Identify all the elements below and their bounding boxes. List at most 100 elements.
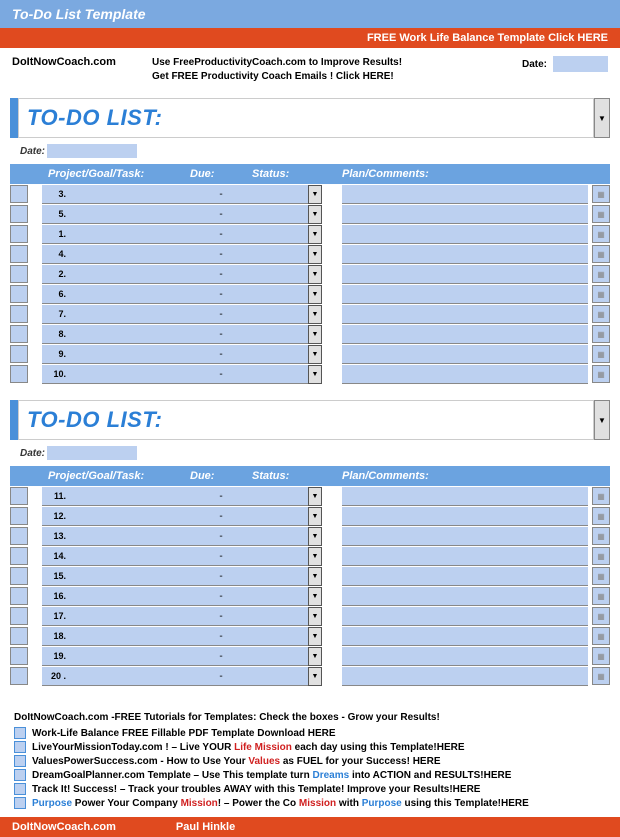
task-input[interactable] <box>68 225 190 244</box>
status-dropdown-button[interactable]: ▼ <box>308 365 322 384</box>
task-checkbox[interactable] <box>10 587 28 605</box>
task-input[interactable] <box>68 667 190 686</box>
todo-list-title[interactable]: TO-DO LIST: <box>18 98 594 138</box>
status-input[interactable] <box>252 225 308 244</box>
task-input[interactable] <box>68 365 190 384</box>
task-checkbox[interactable] <box>10 527 28 545</box>
plan-input[interactable] <box>342 647 588 666</box>
title-dropdown-button[interactable]: ▼ <box>594 98 610 138</box>
status-dropdown-button[interactable]: ▼ <box>308 607 322 626</box>
status-dropdown-button[interactable]: ▼ <box>308 245 322 264</box>
plan-input[interactable] <box>342 225 588 244</box>
row-action-icon[interactable]: ▦ <box>592 185 610 203</box>
tutorial-checkbox[interactable] <box>14 727 26 739</box>
task-checkbox[interactable] <box>10 185 28 203</box>
section-date-input[interactable] <box>47 144 137 158</box>
due-input[interactable]: - <box>190 365 252 384</box>
task-input[interactable] <box>68 507 190 526</box>
plan-input[interactable] <box>342 305 588 324</box>
task-input[interactable] <box>68 245 190 264</box>
tutorial-checkbox[interactable] <box>14 797 26 809</box>
row-action-icon[interactable]: ▦ <box>592 647 610 665</box>
task-input[interactable] <box>68 325 190 344</box>
task-checkbox[interactable] <box>10 487 28 505</box>
footer-site[interactable]: DoItNowCoach.com <box>12 821 116 833</box>
due-input[interactable]: - <box>190 547 252 566</box>
row-action-icon[interactable]: ▦ <box>592 667 610 685</box>
section-date-input[interactable] <box>47 446 137 460</box>
plan-input[interactable] <box>342 265 588 284</box>
status-input[interactable] <box>252 205 308 224</box>
tutorial-checkbox[interactable] <box>14 783 26 795</box>
tutorial-row[interactable]: Track It! Success! – Track your troubles… <box>14 783 606 795</box>
row-action-icon[interactable]: ▦ <box>592 587 610 605</box>
status-input[interactable] <box>252 305 308 324</box>
status-dropdown-button[interactable]: ▼ <box>308 225 322 244</box>
info-line2[interactable]: Get FREE Productivity Coach Emails ! Cli… <box>152 70 522 84</box>
task-input[interactable] <box>68 305 190 324</box>
status-dropdown-button[interactable]: ▼ <box>308 667 322 686</box>
task-checkbox[interactable] <box>10 567 28 585</box>
status-dropdown-button[interactable]: ▼ <box>308 547 322 566</box>
plan-input[interactable] <box>342 667 588 686</box>
status-input[interactable] <box>252 547 308 566</box>
task-checkbox[interactable] <box>10 305 28 323</box>
status-input[interactable] <box>252 647 308 666</box>
plan-input[interactable] <box>342 345 588 364</box>
task-input[interactable] <box>68 265 190 284</box>
status-dropdown-button[interactable]: ▼ <box>308 567 322 586</box>
row-action-icon[interactable]: ▦ <box>592 627 610 645</box>
tutorial-checkbox[interactable] <box>14 769 26 781</box>
status-input[interactable] <box>252 587 308 606</box>
plan-input[interactable] <box>342 285 588 304</box>
todo-list-title[interactable]: TO-DO LIST: <box>18 400 594 440</box>
task-checkbox[interactable] <box>10 647 28 665</box>
tutorial-row[interactable]: Purpose Power Your Company Mission! – Po… <box>14 797 606 809</box>
status-input[interactable] <box>252 507 308 526</box>
plan-input[interactable] <box>342 607 588 626</box>
task-input[interactable] <box>68 185 190 204</box>
due-input[interactable]: - <box>190 185 252 204</box>
status-input[interactable] <box>252 265 308 284</box>
due-input[interactable]: - <box>190 305 252 324</box>
task-input[interactable] <box>68 345 190 364</box>
status-dropdown-button[interactable]: ▼ <box>308 507 322 526</box>
task-input[interactable] <box>68 547 190 566</box>
plan-input[interactable] <box>342 365 588 384</box>
due-input[interactable]: - <box>190 487 252 506</box>
task-input[interactable] <box>68 487 190 506</box>
status-input[interactable] <box>252 567 308 586</box>
tutorial-checkbox[interactable] <box>14 741 26 753</box>
site-name[interactable]: DoItNowCoach.com <box>12 56 152 68</box>
plan-input[interactable] <box>342 185 588 204</box>
task-checkbox[interactable] <box>10 547 28 565</box>
task-input[interactable] <box>68 587 190 606</box>
task-input[interactable] <box>68 285 190 304</box>
task-checkbox[interactable] <box>10 245 28 263</box>
status-input[interactable] <box>252 365 308 384</box>
date-input[interactable] <box>553 56 608 72</box>
due-input[interactable]: - <box>190 345 252 364</box>
due-input[interactable]: - <box>190 647 252 666</box>
task-checkbox[interactable] <box>10 607 28 625</box>
status-dropdown-button[interactable]: ▼ <box>308 325 322 344</box>
task-input[interactable] <box>68 607 190 626</box>
task-input[interactable] <box>68 627 190 646</box>
plan-input[interactable] <box>342 527 588 546</box>
task-checkbox[interactable] <box>10 265 28 283</box>
status-input[interactable] <box>252 487 308 506</box>
status-dropdown-button[interactable]: ▼ <box>308 587 322 606</box>
tutorial-checkbox[interactable] <box>14 755 26 767</box>
plan-input[interactable] <box>342 507 588 526</box>
row-action-icon[interactable]: ▦ <box>592 345 610 363</box>
row-action-icon[interactable]: ▦ <box>592 567 610 585</box>
plan-input[interactable] <box>342 245 588 264</box>
due-input[interactable]: - <box>190 325 252 344</box>
tutorial-row[interactable]: ValuesPowerSuccess.com - How to Use Your… <box>14 755 606 767</box>
row-action-icon[interactable]: ▦ <box>592 285 610 303</box>
status-input[interactable] <box>252 345 308 364</box>
due-input[interactable]: - <box>190 627 252 646</box>
task-checkbox[interactable] <box>10 507 28 525</box>
task-checkbox[interactable] <box>10 627 28 645</box>
due-input[interactable]: - <box>190 507 252 526</box>
